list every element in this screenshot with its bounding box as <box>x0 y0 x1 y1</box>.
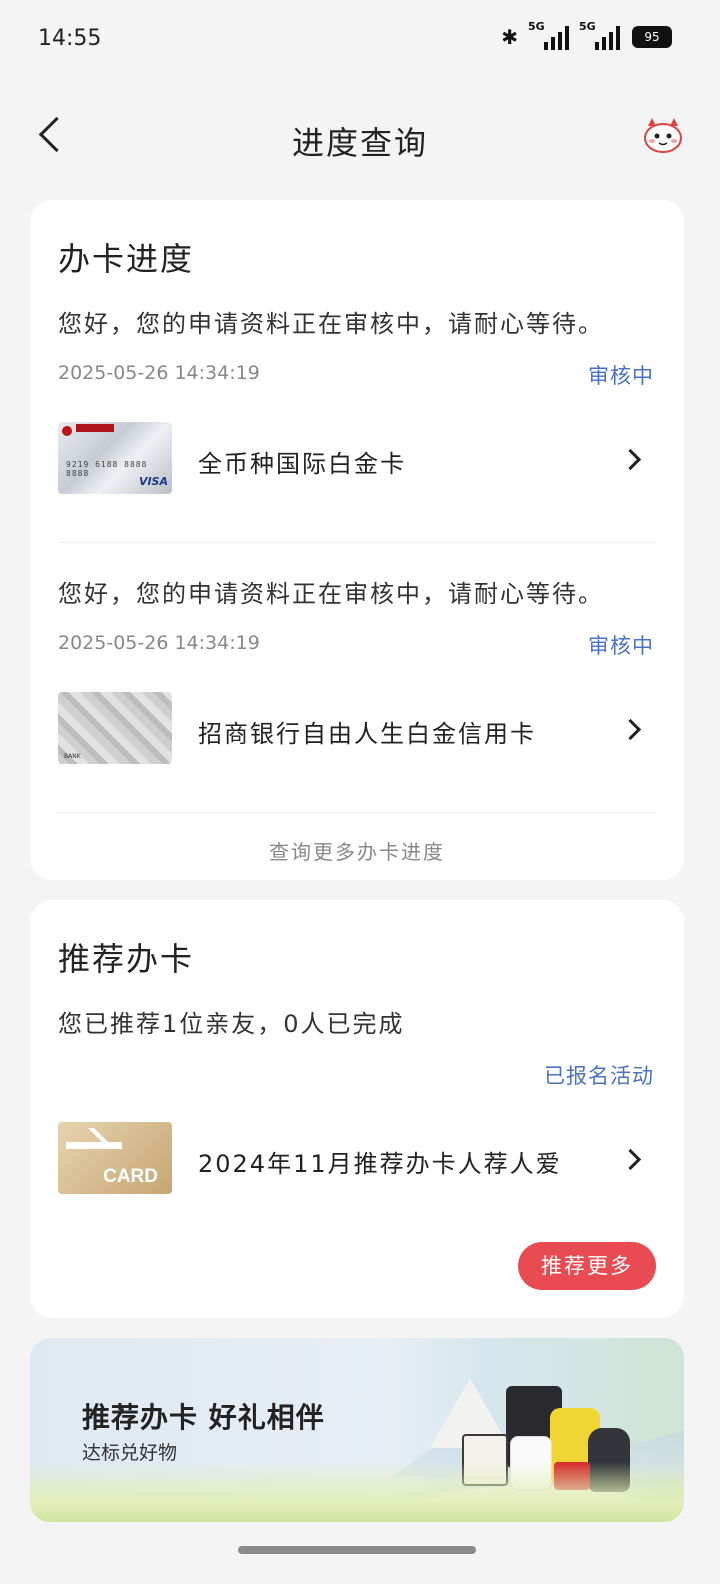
progress-card: 办卡进度 您好，您的申请资料正在审核中，请耐心等待。 2025-05-26 14… <box>30 200 684 880</box>
network-label: 5G <box>528 20 545 33</box>
banner-subtitle: 达标兑好物 <box>82 1442 178 1464</box>
card-name: 招商银行自由人生白金信用卡 <box>198 720 536 748</box>
network-label-2: 5G <box>579 20 596 33</box>
chevron-right-icon <box>619 718 642 741</box>
status-badge: 审核中 <box>588 364 654 388</box>
chevron-right-icon <box>619 1148 642 1171</box>
progress-title: 办卡进度 <box>58 240 195 278</box>
divider <box>58 812 656 813</box>
more-progress-link[interactable]: 查询更多办卡进度 <box>30 836 684 865</box>
status-badge: 审核中 <box>588 634 654 658</box>
progress-message: 您好，您的申请资料正在审核中，请耐心等待。 <box>58 310 604 338</box>
divider <box>58 542 656 543</box>
card-thumbnail: CARD <box>58 1122 172 1194</box>
status-time: 14:55 <box>38 26 102 51</box>
card-name: 全币种国际白金卡 <box>198 450 406 478</box>
chevron-right-icon <box>619 448 642 471</box>
status-bar: 14:55 ✱ 5G 5G 95 <box>0 0 720 80</box>
nav-bar: 进度查询 <box>0 100 720 176</box>
recommend-summary: 您已推荐1位亲友，0人已完成 <box>58 1010 405 1038</box>
recommend-card: 推荐办卡 您已推荐1位亲友，0人已完成 已报名活动 CARD 2024年11月推… <box>30 900 684 1318</box>
mascot-icon[interactable] <box>640 114 686 154</box>
status-icons: ✱ 5G 5G 95 <box>501 20 672 50</box>
card-thumbnail: 9219 6188 8888 8888 VISA <box>58 422 172 494</box>
progress-date: 2025-05-26 14:34:19 <box>58 632 260 654</box>
page-title: 进度查询 <box>291 124 428 162</box>
activity-name: 2024年11月推荐办卡人荐人爱 <box>198 1150 562 1178</box>
card-thumbnail: BANK <box>58 692 172 764</box>
signal-icon: 5G <box>528 20 569 50</box>
bluetooth-icon: ✱ <box>501 25 518 49</box>
home-indicator[interactable] <box>238 1546 476 1554</box>
card-word: CARD <box>103 1166 158 1187</box>
promo-banner[interactable]: 推荐办卡 好礼相伴 达标兑好物 <box>30 1338 684 1522</box>
recommend-more-button[interactable]: 推荐更多 <box>518 1242 656 1290</box>
progress-date: 2025-05-26 14:34:19 <box>58 362 260 384</box>
application-row[interactable]: BANK 招商银行自由人生白金信用卡 <box>30 692 684 766</box>
activity-status: 已报名活动 <box>544 1064 654 1088</box>
battery-icon: 95 <box>632 26 672 48</box>
progress-message: 您好，您的申请资料正在审核中，请耐心等待。 <box>58 580 604 608</box>
application-row[interactable]: 9219 6188 8888 8888 VISA 全币种国际白金卡 <box>30 422 684 496</box>
activity-row[interactable]: CARD 2024年11月推荐办卡人荐人爱 <box>30 1122 684 1196</box>
signal-icon-2: 5G <box>579 20 620 50</box>
banner-title: 推荐办卡 好礼相伴 <box>82 1401 325 1434</box>
grass-decoration <box>30 1462 684 1522</box>
recommend-title: 推荐办卡 <box>58 940 195 978</box>
